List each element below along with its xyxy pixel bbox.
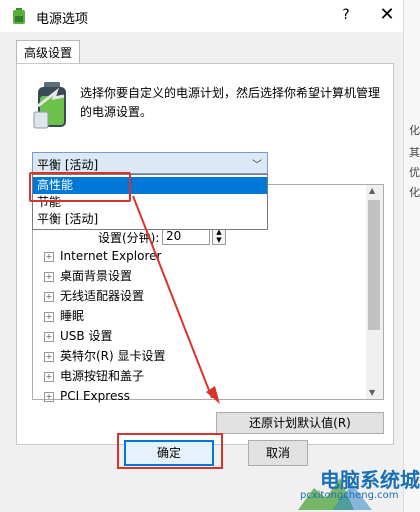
power-plan-select[interactable]: 平衡 [活动] ﹀ bbox=[32, 152, 268, 174]
scroll-up-icon[interactable]: ▲ bbox=[369, 186, 375, 195]
scroll-down-icon[interactable]: ▼ bbox=[369, 388, 375, 397]
power-plan-select-value: 平衡 [活动] bbox=[37, 158, 99, 172]
tree-item[interactable]: + 无线适配器设置 bbox=[44, 287, 144, 305]
tree-item[interactable]: + Internet Explorer bbox=[44, 247, 161, 265]
background-text: 化 bbox=[409, 186, 420, 199]
cancel-button[interactable]: 取消 bbox=[248, 440, 308, 466]
window-title: 电源选项 bbox=[36, 12, 89, 27]
restore-defaults-button[interactable]: 还原计划默认值(R) bbox=[216, 412, 384, 434]
description-text: 选择你要自定义的电源计划，然后选择你希望计算机管理的电源设置。 bbox=[80, 86, 381, 119]
tree-item[interactable]: + USB 设置 bbox=[44, 327, 112, 345]
expand-icon[interactable]: + bbox=[44, 252, 54, 262]
battery-icon bbox=[13, 8, 25, 24]
watermark-url: pcxitongcheng.com bbox=[300, 490, 399, 501]
close-button[interactable]: ✕ bbox=[374, 3, 400, 27]
tab-advanced-settings[interactable]: 高级设置 bbox=[16, 40, 80, 65]
expand-icon[interactable]: + bbox=[44, 332, 54, 342]
tree-item[interactable]: + 电源按钮和盖子 bbox=[44, 367, 144, 385]
scrollbar-thumb[interactable] bbox=[368, 200, 380, 330]
watermark-title: 电脑系统城 bbox=[320, 468, 420, 492]
tree-item[interactable]: + 睡眠 bbox=[44, 307, 84, 325]
expand-icon[interactable]: + bbox=[44, 272, 54, 282]
background-window-edge bbox=[403, 0, 420, 512]
expand-icon[interactable]: + bbox=[44, 372, 54, 382]
power-plan-icon bbox=[33, 82, 66, 129]
annotation-highlight-box bbox=[117, 433, 223, 469]
title-bar: 电源选项 ? ✕ bbox=[0, 0, 420, 32]
tree-item[interactable]: + PCI Express bbox=[44, 387, 130, 405]
expand-icon[interactable]: + bbox=[44, 292, 54, 302]
plan-option-balanced[interactable]: 平衡 [活动] bbox=[33, 211, 267, 228]
background-text: 化 bbox=[409, 124, 420, 137]
tree-item[interactable]: + 英特尔(R) 显卡设置 bbox=[44, 347, 166, 365]
background-text: 其 bbox=[409, 146, 420, 159]
tree-item[interactable]: + 桌面背景设置 bbox=[44, 267, 132, 285]
expand-icon[interactable]: + bbox=[44, 312, 54, 322]
annotation-highlight-box bbox=[29, 172, 131, 202]
setting-minutes-label: 设置(分钟): bbox=[98, 231, 160, 245]
help-button[interactable]: ? bbox=[336, 5, 356, 25]
chevron-down-icon[interactable]: ﹀ bbox=[252, 156, 262, 171]
expand-icon[interactable]: + bbox=[44, 352, 54, 362]
background-text: 优 bbox=[409, 166, 420, 179]
expand-icon[interactable]: + bbox=[44, 392, 54, 402]
